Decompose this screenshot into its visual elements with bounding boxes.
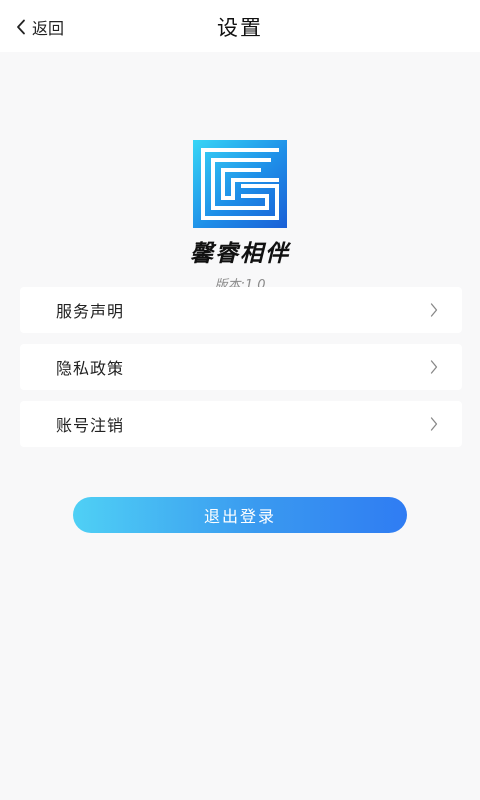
chevron-right-icon	[430, 417, 438, 431]
navigation-bar: 返回 设置	[0, 0, 480, 52]
menu-item-privacy-policy[interactable]: 隐私政策	[20, 344, 462, 390]
app-logo-icon	[193, 140, 287, 228]
menu-item-account-cancellation[interactable]: 账号注销	[20, 401, 462, 447]
app-name: 馨睿相伴	[190, 241, 290, 267]
menu-item-label: 隐私政策	[56, 359, 125, 378]
chevron-right-icon	[430, 303, 438, 317]
settings-menu: 服务声明 隐私政策 账号注销	[20, 287, 462, 458]
logout-button[interactable]: 退出登录	[73, 497, 407, 533]
app-brand: 馨睿相伴 版本:1.0	[0, 140, 480, 293]
settings-screen: 返回 设置 馨睿相伴 版本:1.0 服务声明 隐私政策 账号注销 退出登录	[0, 0, 480, 800]
menu-item-service-statement[interactable]: 服务声明	[20, 287, 462, 333]
menu-item-label: 服务声明	[56, 302, 125, 321]
chevron-right-icon	[430, 360, 438, 374]
page-title: 设置	[217, 16, 263, 40]
menu-item-label: 账号注销	[56, 416, 125, 435]
